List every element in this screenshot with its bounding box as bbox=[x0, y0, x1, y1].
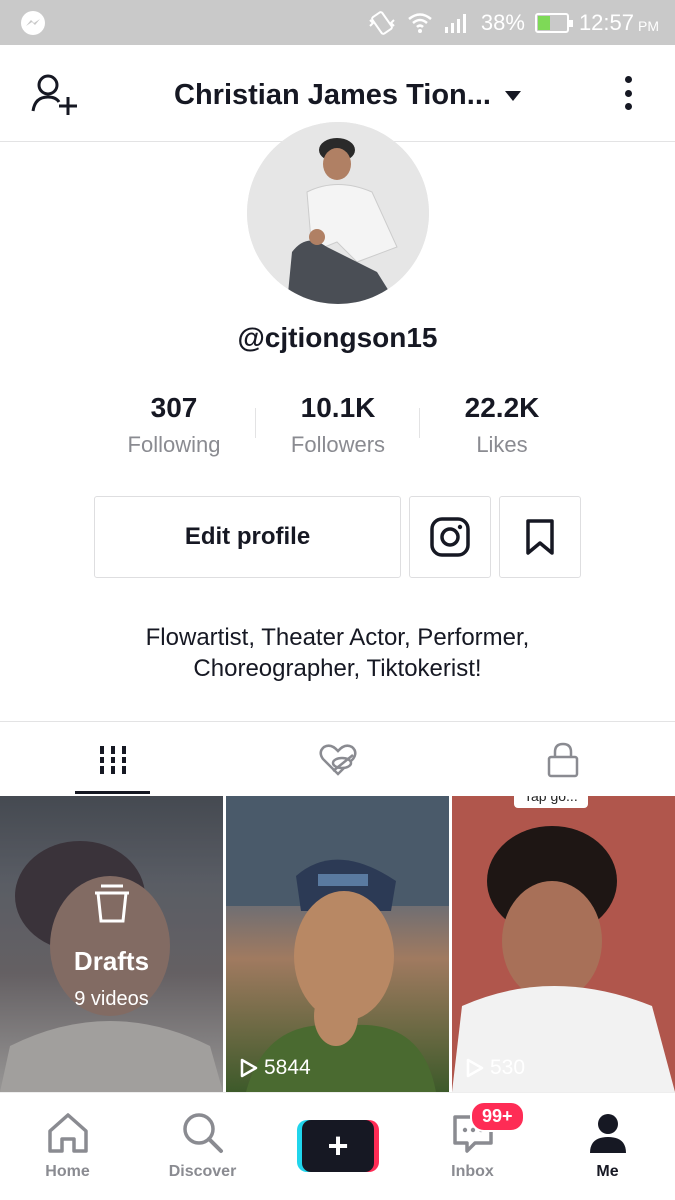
nav-label: Inbox bbox=[451, 1163, 494, 1180]
active-tab-indicator bbox=[75, 791, 150, 794]
stat-label: Following bbox=[127, 432, 221, 457]
chevron-down-icon bbox=[504, 91, 521, 101]
video-tile[interactable]: 5844 bbox=[226, 796, 449, 1092]
view-count: 530 bbox=[466, 1056, 525, 1080]
wifi-icon bbox=[408, 12, 432, 33]
view-count-value: 5844 bbox=[264, 1056, 311, 1079]
nav-label: Home bbox=[45, 1163, 90, 1180]
drafts-icon bbox=[95, 884, 129, 923]
stat-value: 307 bbox=[150, 392, 198, 423]
profile-name: Christian James Tion... bbox=[174, 78, 491, 111]
drafts-count: 9 videos bbox=[74, 988, 149, 1010]
username: @cjtiongson15 bbox=[237, 322, 438, 353]
search-icon bbox=[182, 1113, 223, 1153]
nav-label: Discover bbox=[168, 1163, 237, 1180]
tab-videos[interactable] bbox=[0, 722, 225, 797]
stat-likes[interactable]: 22.2K Likes bbox=[420, 390, 584, 458]
signal-icon bbox=[444, 13, 466, 33]
more-vertical-icon[interactable] bbox=[616, 73, 640, 113]
video-tile[interactable]: Tap go... 530 bbox=[452, 796, 675, 1092]
status-icons: 38% 12:57 PM bbox=[367, 0, 659, 45]
instagram-icon bbox=[430, 517, 470, 557]
inbox-badge: 99+ bbox=[470, 1101, 525, 1132]
battery-icon bbox=[534, 12, 573, 33]
nav-discover[interactable]: Discover bbox=[135, 1093, 270, 1200]
stat-following[interactable]: 307 Following bbox=[92, 390, 256, 458]
stat-value: 10.1K bbox=[300, 392, 376, 423]
view-count: 5844 bbox=[240, 1056, 311, 1080]
avatar-image bbox=[247, 122, 429, 304]
profile-icon bbox=[589, 1114, 626, 1153]
tab-private[interactable] bbox=[450, 722, 675, 797]
plus-icon: + bbox=[302, 1120, 374, 1172]
battery-percent: 38% bbox=[480, 9, 525, 35]
drafts-overlay bbox=[0, 796, 223, 1092]
video-grid: Drafts 9 videos 5844 Tap go... 530 bbox=[0, 796, 675, 1092]
create-button[interactable]: + bbox=[297, 1120, 379, 1172]
bio-line: Flowartist, Theater Actor, Performer, bbox=[145, 624, 530, 651]
profile-tabs bbox=[0, 721, 675, 796]
tab-liked[interactable] bbox=[225, 722, 450, 797]
stat-value: 22.2K bbox=[464, 392, 540, 423]
nav-home[interactable]: Home bbox=[0, 1093, 135, 1200]
home-icon bbox=[47, 1113, 88, 1153]
play-icon bbox=[240, 1058, 258, 1078]
bottom-navigation: Home Discover + Inbox Me bbox=[0, 1092, 675, 1200]
play-icon bbox=[466, 1058, 484, 1078]
view-count-value: 530 bbox=[490, 1056, 526, 1079]
add-user-icon[interactable] bbox=[30, 71, 80, 117]
status-bar: 38% 12:57 PM bbox=[0, 0, 675, 45]
bookmark-icon bbox=[526, 519, 554, 555]
lock-icon bbox=[547, 742, 578, 777]
status-ampm: PM bbox=[638, 17, 659, 34]
profile-stats: 307 Following 10.1K Followers 22.2K Like… bbox=[92, 390, 582, 470]
liked-hidden-icon bbox=[319, 743, 356, 776]
bio-line: Choreographer, Tiktokerist! bbox=[193, 655, 482, 682]
effect-chip: Tap go... bbox=[514, 796, 588, 808]
profile-bio: Flowartist, Theater Actor, Performer, Ch… bbox=[0, 622, 675, 684]
drafts-title: Drafts bbox=[73, 946, 150, 976]
stat-label: Followers bbox=[290, 432, 386, 457]
grid-icon bbox=[97, 745, 128, 774]
favorites-button[interactable] bbox=[499, 496, 581, 578]
nav-label: Me bbox=[596, 1163, 619, 1180]
status-time: 12:57 bbox=[578, 9, 634, 35]
vibrate-icon bbox=[369, 10, 395, 35]
account-switcher[interactable]: Christian James Tion... bbox=[174, 75, 521, 115]
instagram-button[interactable] bbox=[409, 496, 491, 578]
edit-profile-button[interactable]: Edit profile bbox=[94, 496, 401, 578]
video-thumbnail bbox=[452, 796, 675, 1092]
stat-label: Likes bbox=[476, 432, 528, 457]
nav-me[interactable]: Me bbox=[540, 1093, 675, 1200]
avatar[interactable] bbox=[247, 122, 429, 304]
stat-followers[interactable]: 10.1K Followers bbox=[256, 390, 420, 458]
drafts-tile[interactable]: Drafts 9 videos bbox=[0, 796, 223, 1092]
messenger-icon bbox=[21, 11, 45, 35]
video-thumbnail bbox=[226, 796, 449, 1092]
